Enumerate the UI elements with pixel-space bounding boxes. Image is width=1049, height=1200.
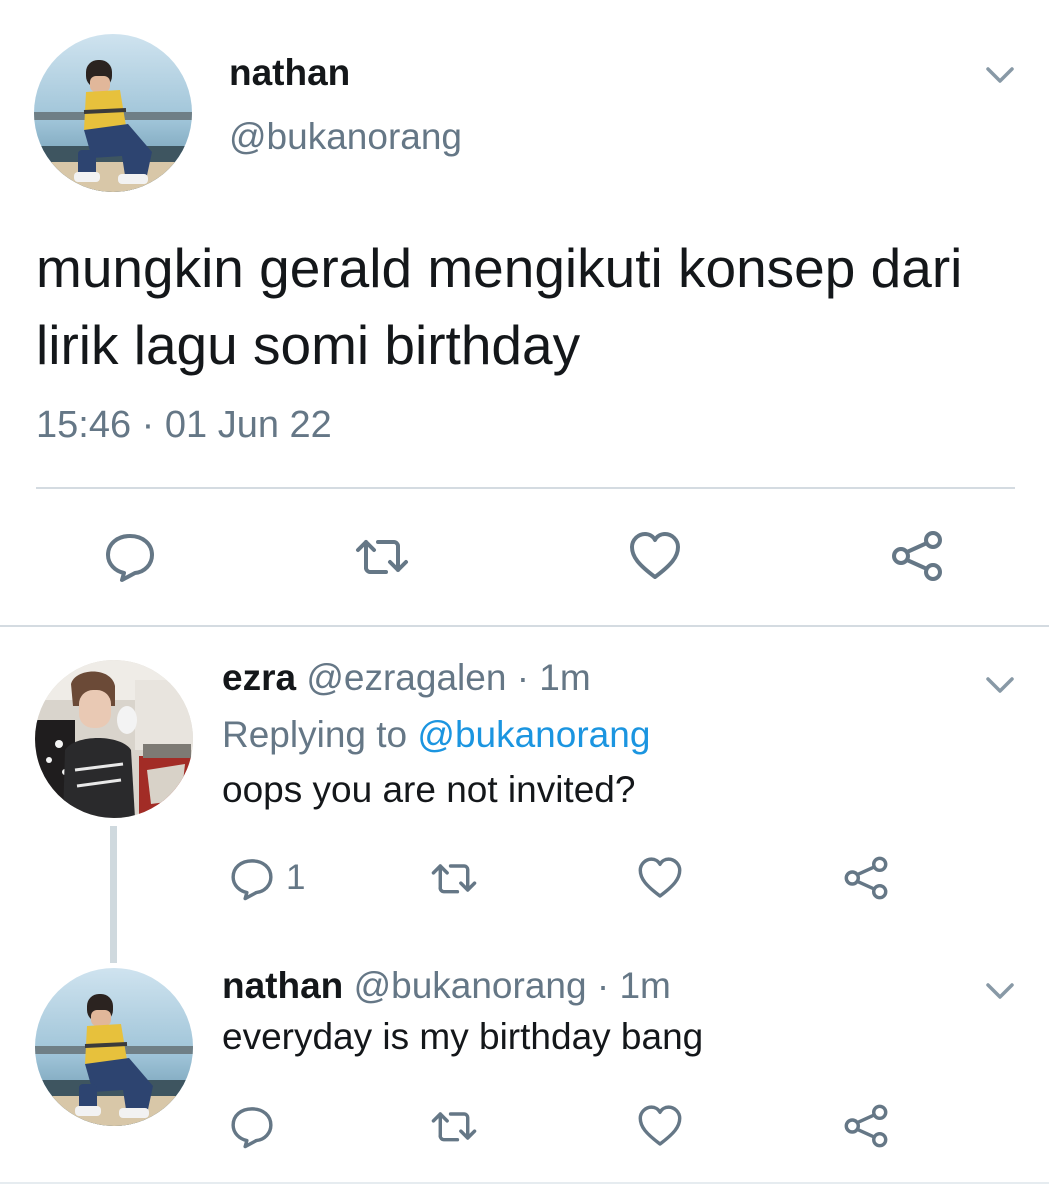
retweet-icon (431, 864, 477, 894)
reply-author-handle[interactable]: @ezragalen (306, 657, 506, 698)
reply-author-handle[interactable]: @bukanorang (354, 965, 587, 1006)
tweet-text: mungkin gerald mengikuti konsep dari lir… (36, 237, 963, 376)
reply-count: 1 (286, 858, 306, 897)
share-button[interactable] (889, 528, 945, 584)
share-button[interactable] (842, 1102, 890, 1150)
reply-icon (231, 859, 273, 901)
like-icon (630, 532, 680, 579)
chevron-down-icon[interactable] (984, 978, 1016, 1004)
reply-button[interactable] (102, 528, 158, 584)
like-icon (638, 857, 682, 898)
retweet-icon (431, 1112, 477, 1142)
author-name[interactable]: nathan (229, 52, 350, 94)
reply-header: ezra @ezragalen · 1m (222, 657, 591, 699)
retweet-icon (356, 540, 408, 574)
retweet-button[interactable] (430, 854, 478, 902)
reply-time: · 1m (506, 657, 591, 698)
like-button[interactable] (636, 1102, 684, 1150)
thread-connector (110, 826, 117, 963)
reply-icon (231, 1107, 273, 1149)
like-button[interactable] (636, 854, 684, 902)
reply-header: nathan @bukanorang · 1m (222, 965, 671, 1007)
author-avatar[interactable] (34, 34, 192, 192)
chevron-down-icon[interactable] (984, 62, 1016, 88)
tweet-timestamp[interactable]: 15:46 · 01 Jun 22 (36, 404, 332, 447)
chevron-down-icon[interactable] (984, 672, 1016, 698)
like-button[interactable] (627, 528, 683, 584)
reply-icon (106, 534, 154, 582)
retweet-button[interactable] (430, 1102, 478, 1150)
reply-text: everyday is my birthday bang (222, 1016, 704, 1057)
reply-text: oops you are not invited? (222, 769, 636, 810)
reply-author-avatar[interactable] (35, 660, 193, 818)
share-icon (892, 531, 942, 581)
like-icon (638, 1105, 682, 1146)
replying-to-label: Replying to (222, 714, 418, 755)
divider (0, 1182, 1049, 1184)
divider (0, 625, 1049, 627)
reply-author-avatar[interactable] (35, 968, 193, 1126)
reply-author-name[interactable]: ezra (222, 657, 296, 698)
share-icon (844, 1104, 888, 1148)
share-icon (844, 856, 888, 900)
divider (36, 487, 1015, 489)
author-handle[interactable]: @bukanorang (229, 116, 462, 158)
share-button[interactable] (842, 854, 890, 902)
reply-author-name[interactable]: nathan (222, 965, 343, 1006)
replying-to-mention[interactable]: @bukanorang (417, 714, 650, 755)
replying-to-line: Replying to @bukanorang (222, 714, 650, 756)
reply-button[interactable] (228, 1102, 276, 1150)
reply-button[interactable]: 1 (228, 854, 305, 902)
reply-time: · 1m (586, 965, 671, 1006)
retweet-button[interactable] (354, 528, 410, 584)
